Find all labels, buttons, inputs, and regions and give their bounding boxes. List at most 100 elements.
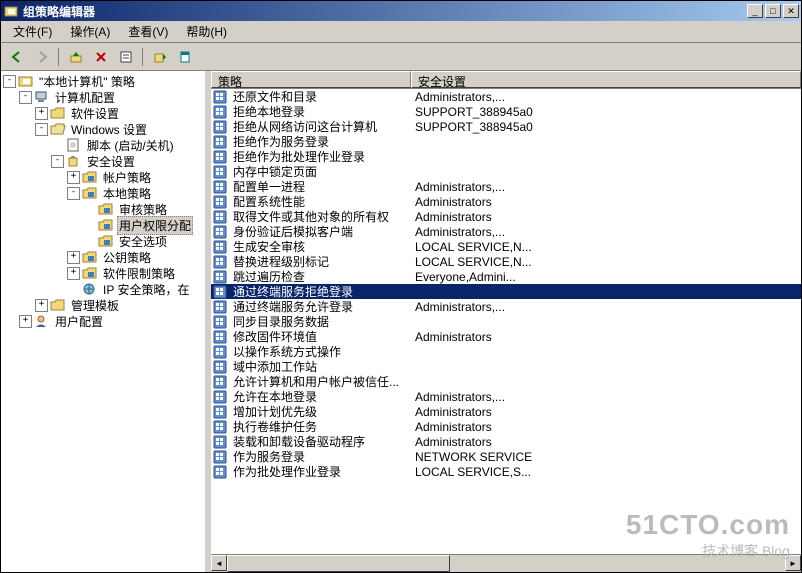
- policy-row[interactable]: 执行卷维护任务Administrators: [211, 419, 801, 434]
- policy-icon: [213, 420, 233, 434]
- policy-row[interactable]: 替换进程级别标记LOCAL SERVICE,N...: [211, 254, 801, 269]
- tree-label: 安全设置: [85, 153, 137, 170]
- policy-icon: [213, 120, 233, 134]
- policy-setting: Everyone,Admini...: [411, 270, 801, 284]
- delete-button[interactable]: [89, 46, 112, 68]
- policy-row[interactable]: 允许在本地登录Administrators,...: [211, 389, 801, 404]
- close-button[interactable]: ✕: [783, 4, 799, 18]
- policy-row[interactable]: 生成安全审核LOCAL SERVICE,N...: [211, 239, 801, 254]
- tree-label: 软件设置: [69, 105, 121, 122]
- column-policy[interactable]: 策略: [211, 71, 411, 88]
- policy-row[interactable]: 同步目录服务数据: [211, 314, 801, 329]
- policy-row[interactable]: 增加计划优先级Administrators: [211, 404, 801, 419]
- policy-setting: Administrators: [411, 210, 801, 224]
- policy-setting: NETWORK SERVICE: [411, 450, 801, 464]
- refresh-button[interactable]: [173, 46, 196, 68]
- tree-node[interactable]: 安全选项: [3, 233, 203, 249]
- horizontal-scrollbar[interactable]: ◄ ►: [211, 554, 801, 572]
- policy-row[interactable]: 拒绝从网络访问这台计算机SUPPORT_388945a0: [211, 119, 801, 134]
- policy-row[interactable]: 配置单一进程Administrators,...: [211, 179, 801, 194]
- tree-node[interactable]: + 软件设置: [3, 105, 203, 121]
- tree-node[interactable]: +用户配置: [3, 313, 203, 329]
- policy-row[interactable]: 作为服务登录NETWORK SERVICE: [211, 449, 801, 464]
- policy-icon: [213, 135, 233, 149]
- tree-expander[interactable]: +: [67, 267, 80, 280]
- policy-row[interactable]: 配置系统性能Administrators: [211, 194, 801, 209]
- maximize-button[interactable]: □: [765, 4, 781, 18]
- policy-row[interactable]: 拒绝本地登录SUPPORT_388945a0: [211, 104, 801, 119]
- tree-expander[interactable]: +: [19, 315, 32, 328]
- list-pane: 策略 安全设置 还原文件和目录Administrators,...拒绝本地登录S…: [211, 71, 801, 572]
- tree-node[interactable]: -计算机配置: [3, 89, 203, 105]
- policy-setting: Administrators,...: [411, 390, 801, 404]
- policy-icon: [213, 195, 233, 209]
- tree-expander[interactable]: +: [67, 171, 80, 184]
- tree-node[interactable]: - "本地计算机" 策略: [3, 73, 203, 89]
- policy-icon: [213, 405, 233, 419]
- policy-folder-icon: [82, 250, 98, 264]
- tree-node[interactable]: +软件限制策略: [3, 265, 203, 281]
- tree-label: 本地策略: [101, 185, 153, 202]
- policy-row[interactable]: 跳过遍历检查Everyone,Admini...: [211, 269, 801, 284]
- tree-node[interactable]: -Windows 设置: [3, 121, 203, 137]
- tree-label: "本地计算机" 策略: [37, 73, 137, 90]
- back-button[interactable]: [5, 46, 28, 68]
- tree-node[interactable]: +帐户策略: [3, 169, 203, 185]
- policy-row[interactable]: 修改固件环境值Administrators: [211, 329, 801, 344]
- menu-file[interactable]: 文件(F): [5, 21, 60, 42]
- column-setting[interactable]: 安全设置: [411, 71, 801, 88]
- tree-expander[interactable]: +: [35, 299, 48, 312]
- tree-node[interactable]: - 本地策略: [3, 185, 203, 201]
- policy-setting: Administrators,...: [411, 300, 801, 314]
- tree-expander[interactable]: -: [19, 91, 32, 104]
- tree-pane[interactable]: -"本地计算机" 策略-计算机配置+软件设置-Windows 设置脚本 (启动/…: [1, 71, 207, 572]
- policy-icon: [213, 390, 233, 404]
- folder-open-icon: [50, 122, 66, 136]
- tree-expander[interactable]: -: [35, 123, 48, 136]
- menu-view[interactable]: 查看(V): [120, 21, 176, 42]
- policy-icon: [213, 165, 233, 179]
- policy-row[interactable]: 以操作系统方式操作: [211, 344, 801, 359]
- scroll-left-button[interactable]: ◄: [211, 555, 227, 571]
- properties-button[interactable]: [114, 46, 137, 68]
- tree-node[interactable]: 脚本 (启动/关机): [3, 137, 203, 153]
- tree-node[interactable]: - 安全设置: [3, 153, 203, 169]
- policy-row[interactable]: 取得文件或其他对象的所有权Administrators: [211, 209, 801, 224]
- tree-node[interactable]: + 管理模板: [3, 297, 203, 313]
- policy-row[interactable]: 内存中锁定页面: [211, 164, 801, 179]
- menu-help[interactable]: 帮助(H): [178, 21, 235, 42]
- tree-expander[interactable]: -: [67, 187, 80, 200]
- policy-row[interactable]: 作为批处理作业登录LOCAL SERVICE,S...: [211, 464, 801, 479]
- scroll-thumb[interactable]: [227, 555, 450, 572]
- policy-folder-icon: [98, 234, 114, 248]
- list-body[interactable]: 还原文件和目录Administrators,...拒绝本地登录SUPPORT_3…: [211, 89, 801, 554]
- policy-row[interactable]: 域中添加工作站: [211, 359, 801, 374]
- policy-row[interactable]: 身份验证后模拟客户端Administrators,...: [211, 224, 801, 239]
- minimize-button[interactable]: _: [747, 4, 763, 18]
- forward-button[interactable]: [30, 46, 53, 68]
- policy-folder-icon: [82, 170, 98, 184]
- up-button[interactable]: [64, 46, 87, 68]
- policy-setting: SUPPORT_388945a0: [411, 105, 801, 119]
- tree-node[interactable]: 用户权限分配: [3, 217, 203, 233]
- tree-node[interactable]: +公钥策略: [3, 249, 203, 265]
- tree-expander[interactable]: +: [67, 251, 80, 264]
- policy-row[interactable]: 通过终端服务拒绝登录: [211, 284, 801, 299]
- policy-icon: [213, 90, 233, 104]
- policy-folder-icon: [98, 218, 114, 232]
- menu-action[interactable]: 操作(A): [62, 21, 118, 42]
- policy-setting: Administrators,...: [411, 225, 801, 239]
- policy-row[interactable]: 还原文件和目录Administrators,...: [211, 89, 801, 104]
- export-button[interactable]: [148, 46, 171, 68]
- policy-row[interactable]: 拒绝作为服务登录: [211, 134, 801, 149]
- policy-row[interactable]: 允许计算机和用户帐户被信任...: [211, 374, 801, 389]
- policy-row[interactable]: 通过终端服务允许登录Administrators,...: [211, 299, 801, 314]
- policy-row[interactable]: 拒绝作为批处理作业登录: [211, 149, 801, 164]
- policy-row[interactable]: 装载和卸载设备驱动程序Administrators: [211, 434, 801, 449]
- tree-label: 管理模板: [69, 297, 121, 314]
- tree-expander[interactable]: -: [3, 75, 16, 88]
- scroll-right-button[interactable]: ►: [785, 555, 801, 571]
- tree-node[interactable]: IP 安全策略，在: [3, 281, 203, 297]
- tree-expander[interactable]: +: [35, 107, 48, 120]
- tree-expander[interactable]: -: [51, 155, 64, 168]
